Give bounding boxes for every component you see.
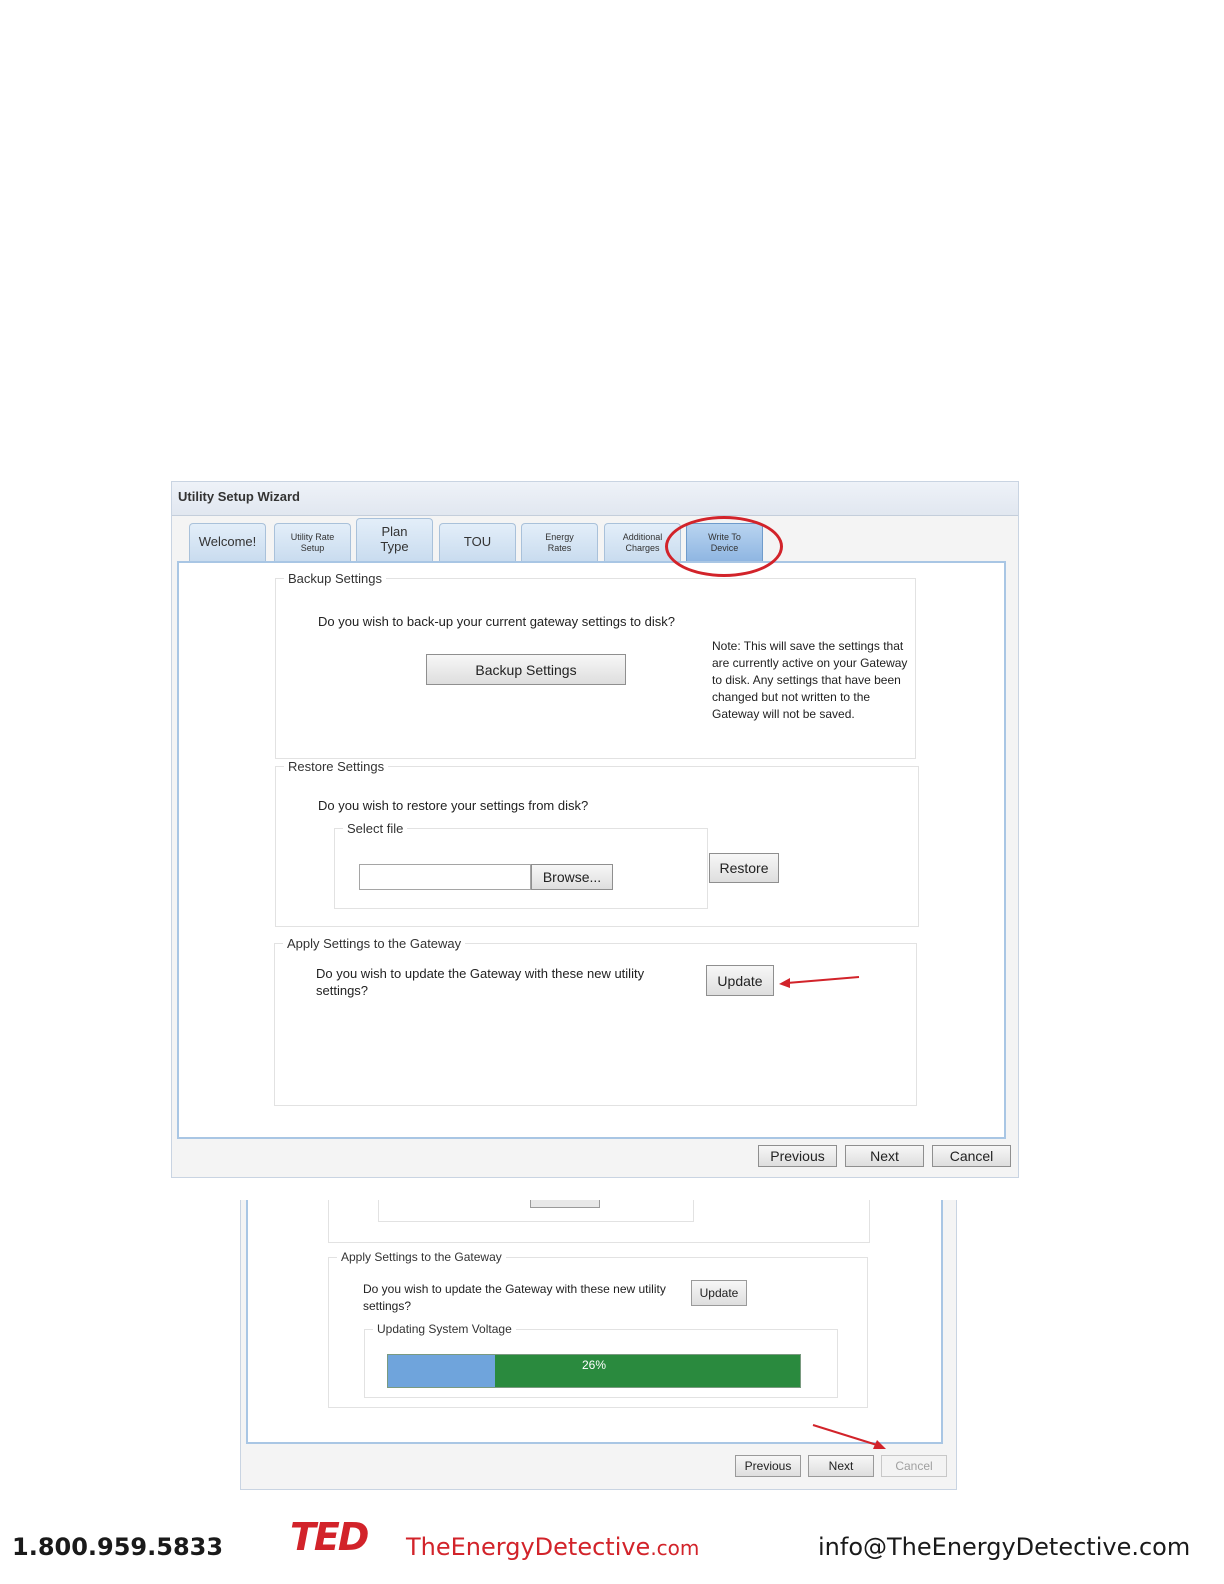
highlight-circle-icon xyxy=(665,516,783,577)
tab-utility-rate-setup[interactable]: Utility Rate Setup xyxy=(274,523,351,561)
backup-settings-legend: Backup Settings xyxy=(288,571,382,586)
website-tld: .com xyxy=(650,1536,700,1560)
utility-setup-wizard-window: Utility Setup Wizard Welcome! Utility Ra… xyxy=(171,481,1019,1178)
restore-question: Do you wish to restore your settings fro… xyxy=(318,798,589,813)
progress-view-window: Apply Settings to the Gateway Do you wis… xyxy=(240,1200,957,1490)
arrow-to-update-icon xyxy=(779,976,860,988)
tab-energy-rates[interactable]: Energy Rates xyxy=(521,523,598,561)
restore-settings-legend: Restore Settings xyxy=(288,759,385,774)
website-name: TheEnergyDetective xyxy=(406,1533,651,1561)
apply-question-2: Do you wish to update the Gateway with t… xyxy=(363,1282,666,1313)
update-button-2[interactable]: Update xyxy=(691,1280,747,1306)
tab-tou[interactable]: TOU xyxy=(439,523,516,561)
progress-group: Updating System Voltage 26% xyxy=(364,1322,838,1398)
next-button-2[interactable]: Next xyxy=(808,1455,874,1477)
select-file-legend: Select file xyxy=(347,821,404,836)
backup-note: Note: This will save the settings that a… xyxy=(712,639,908,721)
email-address[interactable]: info@TheEnergyDetective.com xyxy=(818,1533,1190,1561)
write-to-device-panel: Backup Settings Do you wish to back-up y… xyxy=(177,561,1006,1139)
title-bar: Utility Setup Wizard xyxy=(172,482,1018,516)
page-footer: 1.800.959.5833 TED TheEnergyDetective.co… xyxy=(0,1505,1224,1584)
ted-logo: TED xyxy=(290,1515,369,1559)
arrow-to-cancel-icon xyxy=(812,1424,886,1449)
phone-number: 1.800.959.5833 xyxy=(12,1533,224,1561)
backup-settings-button[interactable]: Backup Settings xyxy=(426,654,626,685)
window-title: Utility Setup Wizard xyxy=(178,489,300,504)
file-path-input[interactable] xyxy=(359,864,531,890)
progress-legend: Updating System Voltage xyxy=(377,1322,512,1336)
update-button[interactable]: Update xyxy=(706,965,774,996)
backup-question: Do you wish to back-up your current gate… xyxy=(318,614,675,629)
progress-text: 26% xyxy=(581,1358,607,1372)
apply-settings-legend: Apply Settings to the Gateway xyxy=(287,936,462,951)
tab-welcome[interactable]: Welcome! xyxy=(189,523,266,561)
cancel-button-disabled: Cancel xyxy=(881,1455,947,1477)
restore-button[interactable]: Restore xyxy=(709,853,779,883)
next-button[interactable]: Next xyxy=(845,1145,924,1167)
apply-settings-group: Apply Settings to the Gateway xyxy=(274,936,917,1106)
previous-button[interactable]: Previous xyxy=(758,1145,837,1167)
progress-bar: 26% xyxy=(387,1354,801,1388)
apply-settings-legend-2: Apply Settings to the Gateway xyxy=(341,1250,502,1264)
cancel-button[interactable]: Cancel xyxy=(932,1145,1011,1167)
apply-question: Do you wish to update the Gateway with t… xyxy=(316,966,645,998)
tab-plan-type[interactable]: Plan Type xyxy=(356,518,433,561)
browse-button[interactable]: Browse... xyxy=(531,864,613,890)
previous-button-2[interactable]: Previous xyxy=(735,1455,801,1477)
website-link[interactable]: TheEnergyDetective.com xyxy=(406,1533,699,1561)
browse-button-remnant xyxy=(530,1200,600,1208)
progress-view-panel: Apply Settings to the Gateway Do you wis… xyxy=(246,1200,943,1444)
